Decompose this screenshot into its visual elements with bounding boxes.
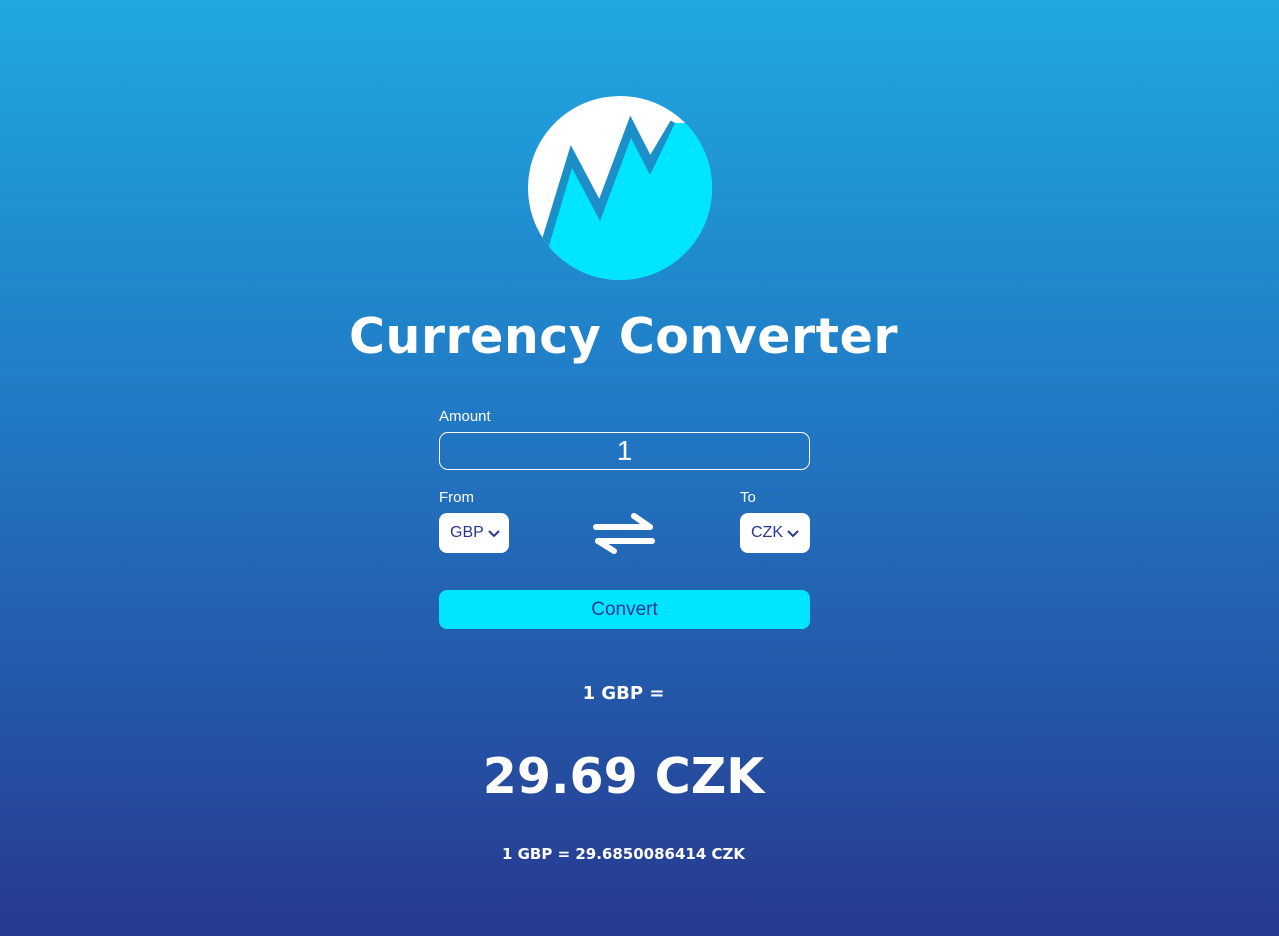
chevron-down-icon [787, 530, 799, 538]
to-currency-select[interactable]: CZK [740, 513, 810, 553]
from-currency-value: GBP [450, 524, 484, 541]
amount-input[interactable] [439, 432, 810, 470]
amount-label: Amount [439, 408, 491, 425]
result-base: 1 GBP = [582, 683, 665, 704]
result-detail: 1 GBP = 29.6850086414 CZK [501, 845, 746, 863]
from-currency-select[interactable]: GBP [439, 513, 509, 553]
to-currency-value: CZK [751, 524, 783, 541]
chevron-down-icon [488, 530, 500, 538]
from-label: From [439, 489, 474, 506]
page-title: Currency Converter [348, 308, 898, 365]
convert-button[interactable]: Convert [439, 590, 810, 629]
to-label: To [740, 489, 756, 506]
swap-arrows-icon[interactable] [592, 510, 656, 556]
logo-icon [528, 96, 712, 280]
result-converted: 29.69 CZK [482, 748, 765, 805]
